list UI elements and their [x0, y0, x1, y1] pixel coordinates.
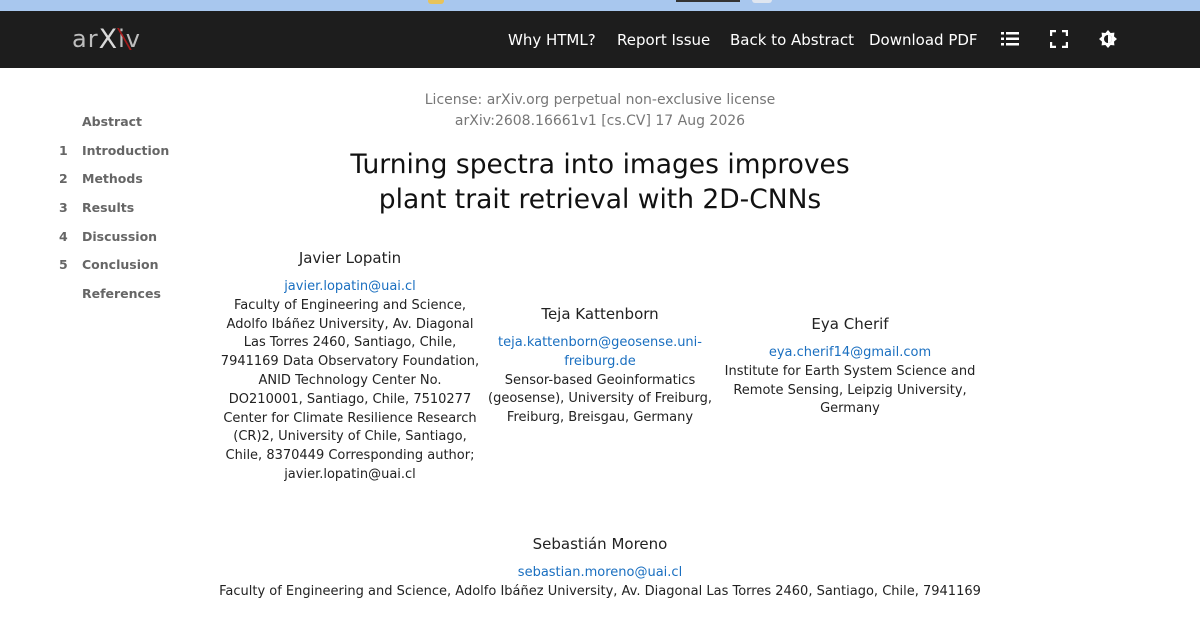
toc-num: 3 [59, 200, 68, 215]
affil-line: Faculty of Engineering and Science, [233, 297, 467, 313]
author-email[interactable]: javier.lopatin@uai.cl [220, 278, 480, 297]
affil-line: DO210001, Santiago, Chile, 7510277 [228, 391, 472, 407]
author-block: Sebastián Moreno sebastian.moreno@uai.cl… [200, 533, 1000, 602]
affil-line: Las Torres 2460, Santiago, Chile, [243, 335, 457, 351]
license-line: License: arXiv.org perpetual non-exclusi… [424, 92, 776, 108]
toc-item-methods[interactable]: 2 Methods [54, 171, 143, 189]
affil-line: javier.lopatin@uai.cl [284, 466, 416, 482]
affil-line: (geosense), University of Freiburg, [488, 391, 712, 407]
affil-line: Center for Climate Resilience Research [223, 410, 477, 426]
affil-line: Faculty of Engineering and Science, Adol… [219, 583, 981, 599]
arxiv-navbar: ar Xiv Why HTML? Report Issue Back to Abs… [0, 11, 1200, 68]
arxiv-id-line: arXiv:2608.16661v1 [cs.CV] 17 Aug 2026 [454, 113, 746, 129]
tab-favicon [428, 0, 444, 4]
author-affiliation: Sensor-based Geoinformatics (geosense), … [480, 372, 720, 428]
affil-line: Chile, 8370449 Corresponding author; [225, 448, 475, 464]
affil-line: Freiburg, Breisgau, Germany [506, 410, 694, 426]
author-affiliation: Faculty of Engineering and Science, Adol… [200, 583, 1000, 602]
author-name: Teja Kattenborn [541, 305, 659, 323]
author-name: Sebastián Moreno [532, 535, 668, 553]
affil-line: Remote Sensing, Leipzig University, [733, 382, 967, 398]
toc-item-results[interactable]: 3 Results [54, 200, 134, 218]
toc-label: Results [82, 200, 135, 215]
arxiv-logo[interactable]: ar Xiv [72, 23, 141, 55]
tab-underline [676, 0, 740, 2]
affil-line: 7941169 Data Observatory Foundation, [220, 354, 480, 370]
toc-num: 1 [59, 143, 68, 158]
theme-icon[interactable] [1097, 28, 1119, 50]
author-email[interactable]: sebastian.moreno@uai.cl [200, 564, 1000, 583]
author-block: Teja Kattenborn teja.kattenborn@geosense… [480, 303, 720, 428]
paper-title-line-2: plant trait retrieval with 2D-CNNs [378, 184, 822, 215]
list-icon[interactable] [999, 28, 1021, 50]
paper-title-line-1: Turning spectra into images improves [350, 149, 850, 180]
author-affiliation: Faculty of Engineering and Science, Adol… [220, 297, 480, 485]
toc-num [54, 286, 82, 304]
author-name: Javier Lopatin [298, 249, 402, 267]
toc-label: Methods [82, 171, 143, 186]
affil-line: Sensor-based Geoinformatics [504, 372, 696, 388]
toc-item-introduction[interactable]: 1 Introduction [54, 143, 169, 161]
toc-label: References [82, 286, 161, 301]
author-email[interactable]: eya.cherif14@gmail.com [720, 344, 980, 363]
affil-line: Germany [820, 401, 880, 417]
toc-item-references[interactable]: References [54, 286, 161, 304]
author-name: Eya Cherif [811, 315, 889, 333]
toc-label: Conclusion [82, 257, 159, 272]
toc-item-discussion[interactable]: 4 Discussion [54, 229, 157, 247]
toc-num: 4 [59, 229, 68, 244]
back-to-abstract-link[interactable]: Back to Abstract [730, 31, 854, 49]
why-html-link[interactable]: Why HTML? [508, 31, 596, 49]
report-issue-link[interactable]: Report Issue [617, 31, 710, 49]
affil-line: Adolfo Ibáñez University, Av. Diagonal [226, 316, 474, 332]
affil-line: ANID Technology Center No. [258, 372, 442, 388]
author-affiliation: Institute for Earth System Science and R… [720, 363, 980, 419]
affil-line: (CR)2, University of Chile, Santiago, [233, 429, 467, 445]
toc-num: 5 [59, 257, 68, 272]
author-block: Eya Cherif eya.cherif14@gmail.com Instit… [720, 313, 980, 419]
affil-line: Institute for Earth System Science and [724, 363, 976, 379]
download-pdf-link[interactable]: Download PDF [869, 31, 978, 49]
fullscreen-icon[interactable] [1048, 28, 1070, 50]
logo-text-x: X [98, 23, 119, 55]
toc-item-conclusion[interactable]: 5 Conclusion [54, 257, 158, 275]
toc-label: Discussion [82, 229, 158, 244]
toc-label: Introduction [82, 143, 170, 158]
browser-top-strip [0, 0, 1200, 11]
author-email-line[interactable]: teja.kattenborn@geosense.uni- [480, 334, 720, 353]
toc-item-abstract[interactable]: Abstract [54, 114, 142, 132]
author-email-line[interactable]: freiburg.de [480, 353, 720, 372]
tab-fragment [752, 0, 772, 3]
author-block: Javier Lopatin javier.lopatin@uai.cl Fac… [220, 247, 480, 485]
toc-num [54, 114, 82, 132]
logo-text-ar: ar [72, 25, 99, 53]
toc-label: Abstract [82, 114, 143, 129]
toc-num: 2 [59, 171, 68, 186]
